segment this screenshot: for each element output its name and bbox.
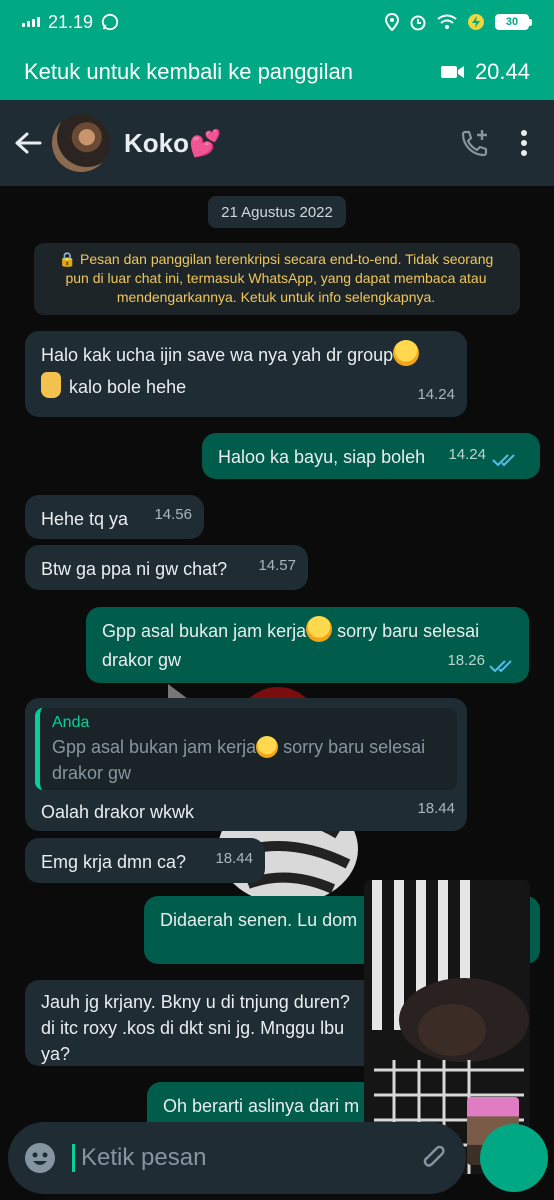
battery-icon: 30 xyxy=(495,14,532,30)
date-chip: 21 Agustus 2022 xyxy=(208,196,346,228)
read-ticks-icon xyxy=(489,660,512,673)
message-text: Hehe tq ya xyxy=(41,509,129,529)
quote-author: Anda xyxy=(52,714,90,731)
contact-name[interactable]: Koko💕 xyxy=(124,128,221,159)
message-input-bar xyxy=(8,1122,466,1194)
quote-text: Gpp asal bukan jam kerja xyxy=(52,737,257,757)
message-input[interactable] xyxy=(72,1144,332,1172)
message-text: Oh berarti aslinya dari m xyxy=(163,1096,360,1116)
more-options-icon[interactable] xyxy=(520,129,528,157)
message-incoming[interactable]: Emg krja dmn ca? 18.44 xyxy=(25,838,265,883)
message-incoming[interactable]: Halo kak ucha ijin save wa nya yah dr gr… xyxy=(25,331,467,417)
message-incoming[interactable]: Hehe tq ya 14.56 xyxy=(25,495,204,539)
message-text: Haloo ka bayu, siap boleh xyxy=(218,447,426,467)
message-outgoing[interactable]: Gpp asal bukan jam kerja sorry baru sele… xyxy=(86,607,529,683)
message-text: Emg krja dmn ca? xyxy=(41,852,187,872)
read-ticks-icon xyxy=(492,454,515,467)
signal-icon xyxy=(22,17,40,27)
message-text: Btw ga ppa ni gw chat? xyxy=(41,559,228,579)
message-time: 18.44 xyxy=(417,800,455,817)
video-call-icon xyxy=(440,66,464,78)
encryption-notice[interactable]: 🔒 Pesan dan panggilan terenkripsi secara… xyxy=(34,243,520,315)
smile-emoji-icon xyxy=(393,340,420,366)
message-text: ya? xyxy=(41,1044,71,1064)
rolling-laughing-emoji-icon xyxy=(306,616,333,642)
message-time: 14.56 xyxy=(154,506,192,523)
back-arrow-icon[interactable] xyxy=(14,131,42,155)
return-to-call-label: Ketuk untuk kembali ke panggilan xyxy=(24,59,353,84)
call-duration: 20.44 xyxy=(474,59,530,84)
rolling-laughing-emoji-icon xyxy=(256,736,279,758)
message-text: Jauh jg krjany. Bkny u di tnjung duren? xyxy=(41,992,350,1012)
message-text: drakor gw xyxy=(102,650,182,670)
message-incoming-reply[interactable]: Anda Gpp asal bukan jam kerja sorry baru… xyxy=(25,698,467,831)
wifi-icon xyxy=(437,14,457,29)
message-text: Oalah drakor wkwk xyxy=(41,802,195,822)
chat-header: Koko💕 xyxy=(0,100,554,186)
location-icon xyxy=(385,13,399,31)
battery-level: 30 xyxy=(495,14,529,30)
quoted-message[interactable]: Anda Gpp asal bukan jam kerja sorry baru… xyxy=(35,708,457,790)
message-text: kalo bole hehe xyxy=(69,377,187,397)
quote-text: sorry baru selesai xyxy=(278,737,426,757)
message-text: Gpp asal bukan jam kerja xyxy=(102,621,307,641)
quote-text: drakor gw xyxy=(52,763,132,783)
whatsapp-icon xyxy=(101,13,119,31)
message-time: 14.24 xyxy=(448,446,486,463)
message-text: Halo kak ucha ijin save wa nya yah dr gr… xyxy=(41,345,394,365)
attach-icon[interactable] xyxy=(422,1144,450,1172)
alarm-icon xyxy=(410,15,426,31)
message-text: Didaerah senen. Lu dom xyxy=(160,910,358,930)
message-time: 14.57 xyxy=(258,557,296,574)
emoji-icon[interactable] xyxy=(24,1142,56,1174)
message-time: 18.26 xyxy=(447,652,485,669)
status-time: 21.19 xyxy=(48,11,94,32)
message-incoming[interactable]: Btw ga ppa ni gw chat? 14.57 xyxy=(25,545,308,590)
return-to-call-banner[interactable]: Ketuk untuk kembali ke panggilan 20.44 xyxy=(0,44,554,100)
send-voice-button[interactable] xyxy=(480,1124,548,1192)
message-text: di itc roxy .kos di dkt sni jg. Mnggu lb… xyxy=(41,1018,345,1038)
contact-avatar[interactable] xyxy=(52,114,110,172)
victory-hand-emoji-icon xyxy=(41,372,61,398)
add-call-icon[interactable] xyxy=(460,128,490,158)
message-incoming[interactable]: Jauh jg krjany. Bkny u di tnjung duren? … xyxy=(25,980,405,1066)
message-text: sorry baru selesai xyxy=(332,621,480,641)
message-time: 18.44 xyxy=(215,850,253,867)
status-bar: 21.19 30 xyxy=(0,0,554,44)
message-time: 14.24 xyxy=(417,386,455,403)
message-outgoing[interactable]: Haloo ka bayu, siap boleh 14.24 xyxy=(202,433,540,479)
power-saving-icon xyxy=(468,14,484,30)
